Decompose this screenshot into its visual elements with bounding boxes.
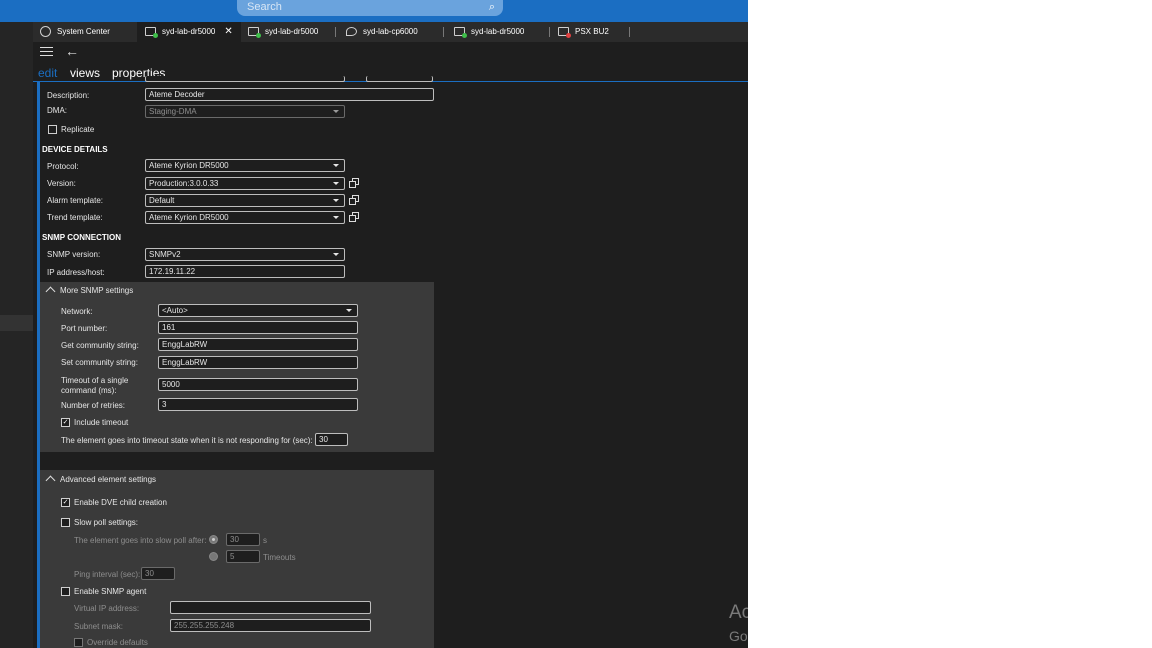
timeout-label-line1: Timeout of a single	[61, 376, 129, 385]
retries-field[interactable]: 3	[158, 398, 358, 411]
timeout-field[interactable]: 5000	[158, 378, 358, 391]
advanced-settings-toggle[interactable]: Advanced element settings	[60, 475, 156, 484]
slow-poll-label: Slow poll settings:	[74, 518, 139, 527]
network-label: Network:	[61, 307, 93, 316]
search-icon[interactable]: ⌕	[489, 0, 495, 14]
ping-interval-label: Ping interval (sec):	[74, 570, 141, 579]
version-label: Version:	[47, 179, 76, 188]
get-community-field[interactable]: EnggLabRW	[158, 338, 358, 351]
slow-poll-seconds-field[interactable]: 30	[226, 533, 260, 546]
replicate-checkbox[interactable]	[48, 125, 57, 134]
snmp-agent-checkbox[interactable]	[61, 587, 70, 596]
replicate-label: Replicate	[61, 125, 95, 134]
element-icon	[145, 27, 158, 39]
snmp-version-select[interactable]: SNMPv2	[145, 248, 345, 261]
snmp-agent-label: Enable SNMP agent	[74, 587, 147, 596]
alarm-template-label: Alarm template:	[47, 196, 104, 205]
close-tab-icon[interactable]: ✕	[224, 26, 232, 37]
alarm-template-select[interactable]: Default	[145, 194, 345, 207]
tab-system-center[interactable]: System Center	[40, 22, 110, 42]
set-community-field[interactable]: EnggLabRW	[158, 356, 358, 369]
tab-label: syd-lab-dr5000	[471, 27, 525, 36]
element-icon	[558, 27, 571, 39]
dve-checkbox[interactable]: ✓	[61, 498, 70, 507]
slow-poll-timeouts-field[interactable]: 5	[226, 550, 260, 563]
snmp-connection-heading: SNMP CONNECTION	[42, 233, 121, 242]
app-window: Search ⌕ System Center syd-lab-dr5000 ✕ s…	[0, 0, 748, 648]
tab-syd-lab-dr5000-2[interactable]: syd-lab-dr5000	[248, 22, 318, 42]
override-defaults-label: Override defaults	[87, 638, 148, 647]
virtual-ip-field[interactable]	[170, 601, 371, 614]
open-alarm-template-icon[interactable]	[349, 195, 360, 206]
tab-label: syd-lab-cp6000	[363, 27, 418, 36]
tab-bar: System Center syd-lab-dr5000 ✕ syd-lab-dr…	[33, 22, 748, 42]
port-number-field[interactable]: 161	[158, 321, 358, 334]
sidebar-selected-item[interactable]	[0, 315, 33, 331]
tab-syd-lab-dr5000-3[interactable]: syd-lab-dr5000	[454, 22, 524, 42]
timeout-label-line2: command (ms):	[61, 386, 117, 395]
search-input[interactable]: Search ⌕	[237, 0, 503, 16]
element-icon	[454, 27, 467, 39]
version-select[interactable]: Production:3.0.0.33	[145, 177, 345, 190]
tab-label: syd-lab-dr5000	[162, 27, 216, 36]
tab-views[interactable]: views	[70, 66, 100, 80]
override-defaults-checkbox[interactable]	[74, 638, 83, 647]
tab-label: PSX BU2	[575, 27, 609, 36]
open-protocol-icon[interactable]	[349, 178, 360, 189]
device-details-heading: DEVICE DETAILS	[42, 145, 108, 154]
seconds-unit-label: s	[263, 536, 267, 545]
top-bar: Search ⌕	[0, 0, 748, 22]
name-field-partial[interactable]	[145, 76, 345, 82]
open-trend-template-icon[interactable]	[349, 212, 360, 223]
snmp-version-label: SNMP version:	[47, 250, 101, 259]
timeouts-unit-label: Timeouts	[263, 553, 296, 562]
subnet-mask-field[interactable]: 255.255.255.248	[170, 619, 371, 632]
trend-template-label: Trend template:	[47, 213, 103, 222]
network-select[interactable]: <Auto>	[158, 304, 358, 317]
trend-template-select[interactable]: Ateme Kyrion DR5000	[145, 211, 345, 224]
service-icon	[346, 27, 357, 37]
tab-label: System Center	[57, 27, 110, 36]
protocol-select[interactable]: Ateme Kyrion DR5000	[145, 159, 345, 172]
tab-syd-lab-cp6000[interactable]: syd-lab-cp6000	[346, 22, 418, 42]
subnet-mask-label: Subnet mask:	[74, 622, 123, 631]
ping-interval-field[interactable]: 30	[141, 567, 175, 580]
dve-label: Enable DVE child creation	[74, 498, 167, 507]
toolbar: ←	[33, 42, 748, 64]
slow-poll-timeouts-radio[interactable]	[209, 552, 218, 561]
ip-address-label: IP address/host:	[47, 268, 105, 277]
ip-address-field[interactable]: 172.19.11.22	[145, 265, 345, 278]
hamburger-menu-icon[interactable]	[40, 47, 53, 59]
port-number-label: Port number:	[61, 324, 108, 333]
tab-edit[interactable]: edit	[38, 66, 57, 80]
left-sidebar	[0, 22, 33, 648]
activation-watermark-line1: Ac	[729, 602, 748, 623]
search-placeholder: Search	[247, 1, 282, 13]
id-field-partial[interactable]	[366, 76, 433, 82]
retries-label: Number of retries:	[61, 401, 126, 410]
description-field[interactable]: Ateme Decoder	[145, 88, 434, 101]
slow-poll-checkbox[interactable]	[61, 518, 70, 527]
dma-label: DMA:	[47, 106, 67, 115]
protocol-label: Protocol:	[47, 162, 79, 171]
include-timeout-checkbox[interactable]: ✓	[61, 418, 70, 427]
tab-syd-lab-dr5000-active[interactable]: syd-lab-dr5000 ✕	[137, 22, 241, 42]
more-snmp-settings-toggle[interactable]: More SNMP settings	[60, 286, 133, 295]
timeout-state-field[interactable]: 30	[315, 433, 348, 446]
slow-poll-seconds-radio[interactable]	[209, 535, 218, 544]
element-icon	[248, 27, 261, 39]
description-label: Description:	[47, 91, 90, 100]
back-arrow-icon[interactable]: ←	[65, 43, 79, 59]
set-community-label: Set community string:	[61, 358, 138, 367]
tab-psx-bu2[interactable]: PSX BU2	[558, 22, 609, 42]
virtual-ip-label: Virtual IP address:	[74, 604, 140, 613]
dma-select[interactable]: Staging-DMA	[145, 105, 345, 118]
include-timeout-label: Include timeout	[74, 418, 129, 427]
get-community-label: Get community string:	[61, 341, 139, 350]
activation-watermark-line2: Go	[729, 628, 748, 644]
slow-poll-after-label: The element goes into slow poll after:	[74, 536, 207, 545]
tab-label: syd-lab-dr5000	[265, 27, 319, 36]
timeout-state-label: The element goes into timeout state when…	[61, 436, 313, 445]
globe-icon	[40, 26, 51, 38]
